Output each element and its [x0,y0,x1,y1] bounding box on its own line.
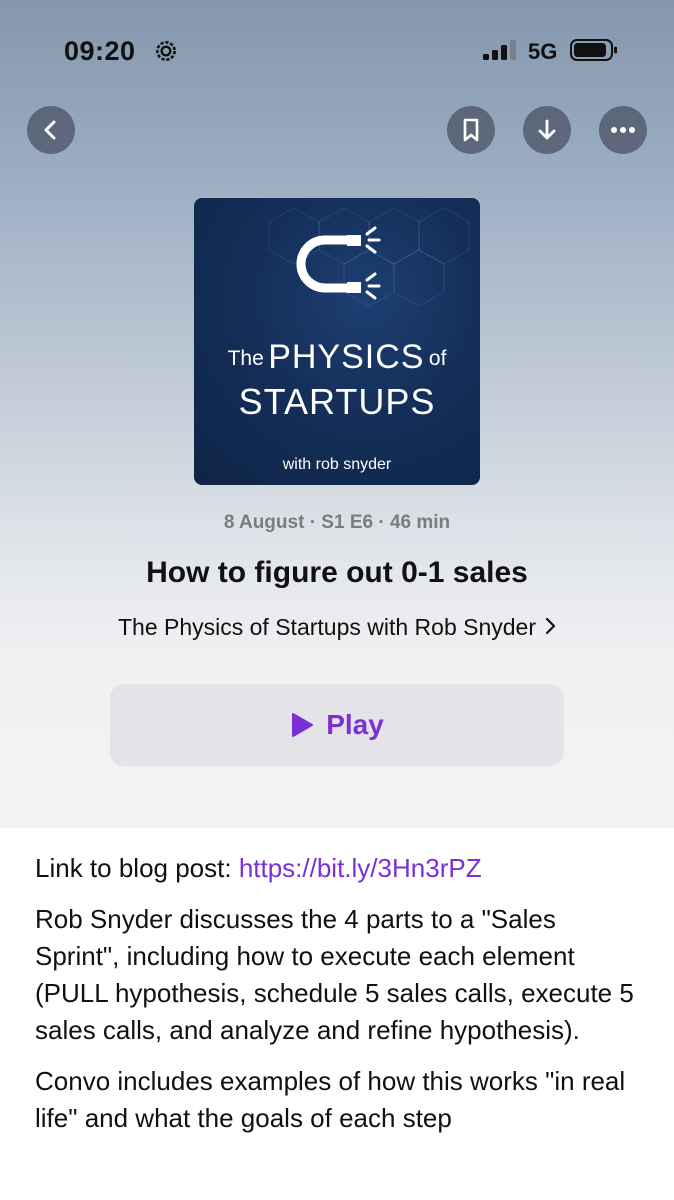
play-label: Play [326,709,384,740]
bookmark-button[interactable] [447,106,495,154]
artwork-title-prefix: The [227,347,264,370]
show-link[interactable]: The Physics of Startups with Rob Snyder [0,614,674,641]
battery-icon [570,39,617,61]
description-paragraph-2: Convo includes examples of how this work… [35,1066,626,1133]
download-button[interactable] [523,106,571,154]
status-bar: 09:20 5G [0,30,674,70]
episode-meta: 8 August · S1 E6 · 46 min [223,512,451,533]
blog-link[interactable]: https://bit.ly/3Hn3rPZ [239,853,482,883]
more-button[interactable] [599,106,647,154]
gear-icon [156,41,176,61]
signal-icon [483,40,517,60]
network-label: 5G [528,39,558,64]
podcast-artwork[interactable]: The PHYSICS of STARTUPS with rob snyder [194,198,480,485]
show-name: The Physics of Startups with Rob Snyder [117,614,537,640]
chevron-right-icon [545,617,556,635]
blog-link-line: Link to blog post: https://bit.ly/3Hn3rP… [35,850,635,887]
play-button[interactable]: Play [110,684,564,766]
episode-description: Link to blog post: https://bit.ly/3Hn3rP… [35,850,635,1151]
bookmark-icon [463,118,479,142]
episode-title: How to figure out 0-1 sales [146,556,528,589]
artwork-host-line: with rob snyder [282,456,392,473]
chevron-left-icon [44,120,56,140]
play-icon [292,713,314,737]
status-time: 09:20 [64,36,136,66]
artwork-title-line1: The PHYSICS of [194,338,480,377]
description-paragraph-1: Rob Snyder discusses the 4 parts to a "S… [35,904,634,1045]
artwork-title-suffix: of [428,347,447,370]
blog-link-label: Link to blog post: [35,853,232,883]
artwork-title-main: PHYSICS [268,338,425,376]
artwork-title-line2: STARTUPS [238,381,436,422]
back-button[interactable] [27,106,75,154]
ellipsis-icon [611,127,635,133]
magnet-icon [296,226,381,300]
download-icon [538,119,556,140]
